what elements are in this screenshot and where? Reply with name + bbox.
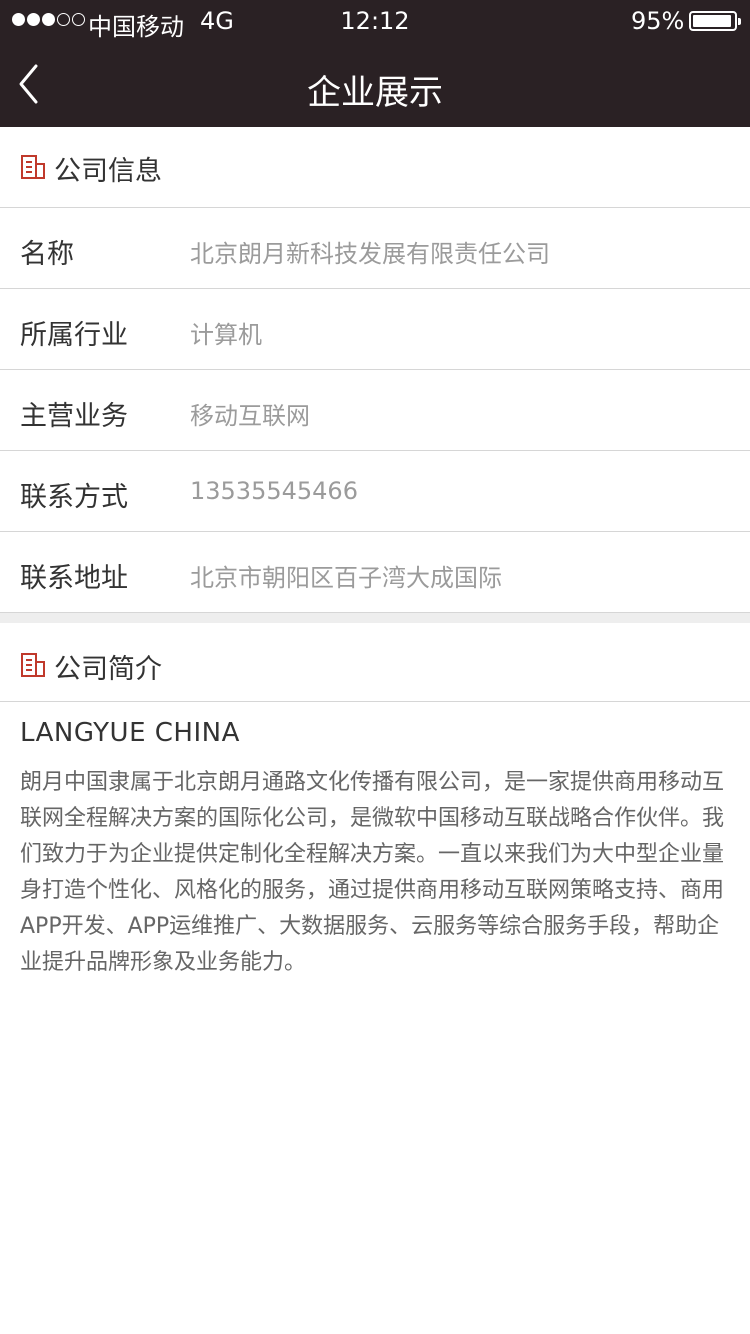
- row-label: 联系方式: [20, 482, 128, 513]
- building-icon: [21, 653, 45, 677]
- phone-number[interactable]: 13535545466: [190, 477, 358, 505]
- info-row-contact[interactable]: 联系方式 13535545466: [0, 451, 750, 532]
- info-row-industry: 所属行业 计算机: [0, 289, 750, 370]
- intro-heading: LANGYUE CHINA: [20, 718, 240, 748]
- page-title: 企业展示: [307, 73, 443, 113]
- row-value: 北京朗月新科技发展有限责任公司: [190, 240, 550, 268]
- status-bar: 中国移动 4G 12:12 95%: [0, 0, 750, 41]
- info-row-name: 名称 北京朗月新科技发展有限责任公司: [0, 208, 750, 289]
- section-header-company-intro: 公司简介: [0, 623, 750, 702]
- row-label: 主营业务: [20, 401, 128, 432]
- row-label: 联系地址: [20, 563, 128, 594]
- building-icon: [21, 155, 45, 179]
- navigation-bar: 企业展示: [0, 40, 750, 127]
- intro-body: 朗月中国隶属于北京朗月通路文化传播有限公司，是一家提供商用移动互联网全程解决方案…: [20, 770, 725, 975]
- battery-percentage: 95%: [631, 7, 685, 35]
- section-divider: [0, 613, 750, 623]
- section-title: 公司信息: [54, 156, 162, 187]
- row-value: 移动互联网: [190, 402, 310, 430]
- battery-icon: [689, 11, 741, 31]
- section-title: 公司简介: [54, 654, 162, 685]
- row-label: 所属行业: [20, 320, 128, 351]
- row-value: 北京市朝阳区百子湾大成国际: [190, 564, 502, 592]
- info-row-address: 联系地址 北京市朝阳区百子湾大成国际: [0, 532, 750, 613]
- section-header-company-info: 公司信息: [0, 127, 750, 208]
- row-value: 计算机: [190, 321, 262, 349]
- info-row-business: 主营业务 移动互联网: [0, 370, 750, 451]
- row-label: 名称: [20, 239, 74, 270]
